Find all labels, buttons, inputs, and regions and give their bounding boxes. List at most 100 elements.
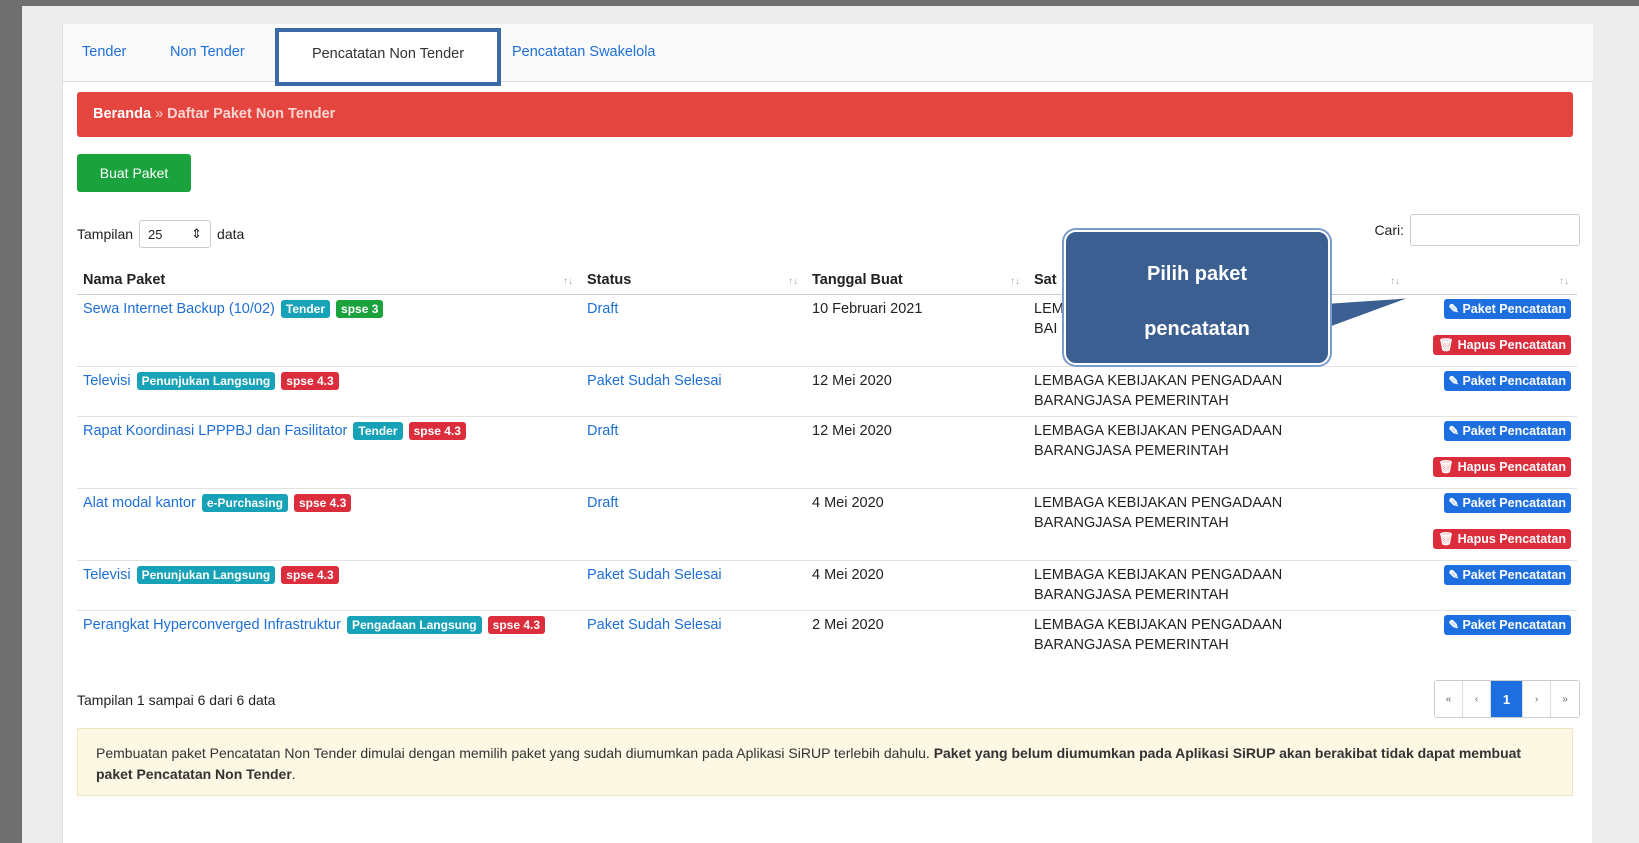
cell-nama-paket: Perangkat Hyperconverged Infrastruktur P… <box>77 609 581 662</box>
record-package-button[interactable]: ✎ Paket Pencatatan <box>1443 614 1571 635</box>
sort-icon: ↑↓ <box>1010 276 1020 287</box>
status-link[interactable]: Draft <box>587 423 618 439</box>
cell-nama-paket: Televisi Penunjukan Langsung spse 4.3 <box>77 365 581 416</box>
delete-record-button[interactable]: 🗑 Hapus Pencatatan <box>1433 456 1571 477</box>
cell-status: Paket Sudah Selesai <box>581 559 806 610</box>
badge: spse 4.3 <box>487 615 546 634</box>
satker-line-2: BARANGJASA PEMERINTAH <box>1034 514 1229 531</box>
page-length-select[interactable]: 25 ⇕ <box>139 220 212 248</box>
cell-date: 4 Mei 2020 <box>806 559 1028 610</box>
badge: spse 4.3 <box>408 421 466 440</box>
sort-icon: ↑↓ <box>563 276 573 287</box>
status-link[interactable]: Draft <box>587 301 618 317</box>
breadcrumb-current: Daftar Paket Non Tender <box>167 106 336 122</box>
note-text: Pembuatan paket Pencatatan Non Tender di… <box>96 745 934 761</box>
satker-line-1: LEM <box>1034 300 1064 317</box>
delete-record-button[interactable]: 🗑 Hapus Pencatatan <box>1433 334 1571 355</box>
record-package-button[interactable]: ✎ Paket Pencatatan <box>1443 298 1571 319</box>
table-row: Televisi Penunjukan Langsung spse 4.3 Pak… <box>77 365 1577 416</box>
edit-icon: ✎ <box>1448 373 1463 388</box>
column-header-nama-paket[interactable]: Nama Paket ↑↓ <box>77 266 581 295</box>
badge: Penunjukan Langsung <box>136 371 276 390</box>
badge: spse 3 <box>336 299 384 318</box>
callout-line-2: pencatatan <box>1144 318 1250 340</box>
status-link[interactable]: Paket Sudah Selesai <box>587 373 722 389</box>
package-name-link[interactable]: Rapat Koordinasi LPPPBJ dan Fasilitator <box>83 423 347 439</box>
column-header-status[interactable]: Status ↑↓ <box>581 266 806 295</box>
cell-date: 2 Mei 2020 <box>806 609 1028 662</box>
badge: Tender <box>353 421 403 440</box>
cell-satker: LEMBAGA KEBIJAKAN PENGADAAN BARANGJASA PE… <box>1028 487 1408 560</box>
pagination-last[interactable]: » <box>1551 681 1579 717</box>
satker-line-1: LEMBAGA KEBIJAKAN PENGADAAN <box>1034 566 1283 583</box>
search-control: Cari: <box>1374 214 1580 246</box>
cell-status: Draft <box>581 293 806 366</box>
satker-line-1: LEMBAGA KEBIJAKAN PENGADAAN <box>1034 422 1283 439</box>
tab-pencatatan-non-tender[interactable]: Pencatatan Non Tender <box>275 28 501 86</box>
cell-satker: LEMBAGA KEBIJAKAN PENGADAAN BARANGJASA PE… <box>1028 365 1408 416</box>
sort-icon: ↑↓ <box>788 276 798 287</box>
table-row: Rapat Koordinasi LPPPBJ dan Fasilitator … <box>77 415 1577 488</box>
pagination-page-1[interactable]: 1 <box>1491 681 1523 717</box>
table-row: Alat modal kantor e-Purchasing spse 4.3 D… <box>77 487 1577 560</box>
column-header-tanggal-buat[interactable]: Tanggal Buat ↑↓ <box>806 266 1028 295</box>
cell-actions: ✎ Paket Pencatatan 🗑 Hapus Pencatatan <box>1408 293 1577 366</box>
status-link[interactable]: Paket Sudah Selesai <box>587 617 722 633</box>
edit-icon: ✎ <box>1448 423 1463 438</box>
satker-line-2: BARANGJASA PEMERINTAH <box>1034 586 1229 603</box>
breadcrumb-home[interactable]: Beranda <box>93 106 151 122</box>
table-row: Televisi Penunjukan Langsung spse 4.3 Pak… <box>77 559 1577 610</box>
sort-icon: ↑↓ <box>1559 276 1569 287</box>
table-row: Perangkat Hyperconverged Infrastruktur P… <box>77 609 1577 662</box>
sort-icon: ↑↓ <box>1390 276 1400 287</box>
pagination-next[interactable]: › <box>1523 681 1551 717</box>
package-name-link[interactable]: Sewa Internet Backup (10/02) <box>83 301 275 317</box>
breadcrumb-separator: » <box>155 106 164 122</box>
cell-date: 12 Mei 2020 <box>806 365 1028 416</box>
cell-satker: LEMBAGA KEBIJAKAN PENGADAAN BARANGJASA PE… <box>1028 609 1408 662</box>
status-link[interactable]: Paket Sudah Selesai <box>587 567 722 583</box>
badge: spse 4.3 <box>281 565 339 584</box>
length-label-post: data <box>217 226 245 242</box>
badge: Tender <box>280 299 330 318</box>
cell-nama-paket: Alat modal kantor e-Purchasing spse 4.3 <box>77 487 581 560</box>
tab-non-tender[interactable]: Non Tender <box>170 44 245 60</box>
record-package-button[interactable]: ✎ Paket Pencatatan <box>1443 564 1571 585</box>
badge: Penunjukan Langsung <box>136 565 276 584</box>
tab-pencatatan-swakelola[interactable]: Pencatatan Swakelola <box>512 44 656 60</box>
search-label: Cari: <box>1374 222 1404 238</box>
cell-date: 10 Februari 2021 <box>806 293 1028 366</box>
satker-line-2: BARANGJASA PEMERINTAH <box>1034 636 1229 653</box>
package-name-link[interactable]: Televisi <box>83 567 131 583</box>
callout-line-1: Pilih paket <box>1146 263 1248 285</box>
status-link[interactable]: Draft <box>587 495 618 511</box>
delete-record-button[interactable]: 🗑 Hapus Pencatatan <box>1433 528 1571 549</box>
package-name-link[interactable]: Perangkat Hyperconverged Infrastruktur <box>83 617 341 633</box>
window-frame: Tender Non Tender Pencatatan Non Tender … <box>22 6 1639 843</box>
package-name-link[interactable]: Alat modal kantor <box>83 495 196 511</box>
package-name-link[interactable]: Televisi <box>83 373 131 389</box>
annotation-callout: Pilih paket pencatatan <box>1064 230 1330 365</box>
trash-icon: 🗑 <box>1438 459 1458 474</box>
satker-line-2: BARANGJASA PEMERINTAH <box>1034 442 1229 459</box>
record-package-button[interactable]: ✎ Paket Pencatatan <box>1443 370 1571 391</box>
pagination-prev[interactable]: ‹ <box>1463 681 1491 717</box>
record-package-button[interactable]: ✎ Paket Pencatatan <box>1443 420 1571 441</box>
cell-satker: LEMBAGA KEBIJAKAN PENGADAAN BARANGJASA PE… <box>1028 415 1408 488</box>
cell-actions: ✎ Paket Pencatatan 🗑 Hapus Pencatatan <box>1408 415 1577 488</box>
edit-icon: ✎ <box>1448 567 1463 582</box>
search-input[interactable] <box>1410 214 1580 246</box>
cell-status: Paket Sudah Selesai <box>581 365 806 416</box>
select-arrows-icon: ⇕ <box>191 226 203 241</box>
tab-tender[interactable]: Tender <box>82 44 126 60</box>
cell-actions: ✎ Paket Pencatatan 🗑 Hapus Pencatatan <box>1408 487 1577 560</box>
badge: Pengadaan Langsung <box>346 615 482 634</box>
cell-nama-paket: Sewa Internet Backup (10/02) Tender spse… <box>77 293 581 366</box>
pagination-first[interactable]: « <box>1435 681 1463 717</box>
pagination: « ‹ 1 › » <box>1434 680 1580 718</box>
badge: spse 4.3 <box>281 371 339 390</box>
create-package-button[interactable]: Buat Paket <box>77 154 191 192</box>
record-package-button[interactable]: ✎ Paket Pencatatan <box>1443 492 1571 513</box>
cell-actions: ✎ Paket Pencatatan <box>1408 559 1577 610</box>
cell-status: Draft <box>581 415 806 488</box>
